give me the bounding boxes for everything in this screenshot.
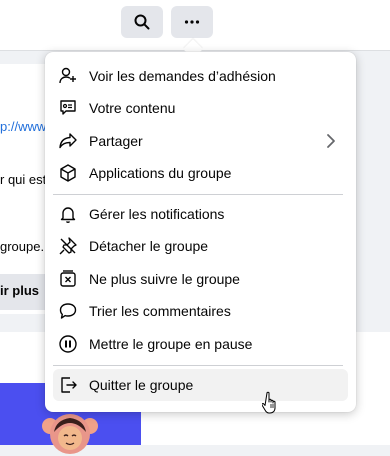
menu-item-label: Trier les commentaires — [89, 303, 231, 319]
menu-item-label: Ne plus suivre le groupe — [89, 271, 240, 287]
leave-icon — [61, 377, 77, 393]
group-options-menu: Voir les demandes d’adhésion Votre conte… — [45, 52, 356, 412]
menu-item-label: Voir les demandes d’adhésion — [89, 68, 276, 84]
hand-cursor-icon — [262, 391, 276, 414]
menu-item-leave-group[interactable]: Quitter le groupe — [53, 369, 348, 401]
see-more-label: ir plus — [0, 283, 40, 298]
menu-item-share[interactable]: Partager — [53, 125, 348, 157]
menu-item-manage-notifications[interactable]: Gérer les notifications — [53, 198, 348, 230]
more-options-button[interactable] — [171, 6, 213, 38]
menu-item-label: Détacher le groupe — [89, 238, 209, 254]
menu-item-label: Votre contenu — [89, 100, 176, 116]
cube-icon — [60, 164, 76, 182]
menu-divider — [53, 365, 343, 366]
menu-divider — [53, 194, 343, 195]
menu-item-your-content[interactable]: Votre contenu — [53, 92, 348, 124]
content-icon — [60, 100, 76, 115]
menu-item-group-apps[interactable]: Applications du groupe — [53, 157, 348, 189]
more-icon — [184, 20, 200, 24]
menu-item-membership-requests[interactable]: Voir les demandes d’adhésion — [53, 60, 348, 92]
menu-item-unpin-group[interactable]: Détacher le groupe — [53, 230, 348, 262]
menu-item-unfollow-group[interactable]: Ne plus suivre le groupe — [53, 263, 348, 295]
share-icon — [59, 133, 77, 149]
menu-item-label: Partager — [89, 133, 143, 149]
menu-item-label: Quitter le groupe — [89, 377, 194, 393]
person-illustration — [42, 414, 98, 454]
menu-item-pause-group[interactable]: Mettre le groupe en pause — [53, 328, 348, 360]
unfollow-icon — [60, 270, 76, 287]
person-add-icon — [59, 67, 76, 84]
pause-icon — [59, 335, 77, 353]
menu-item-sort-comments[interactable]: Trier les commentaires — [53, 295, 348, 327]
menu-item-label: Gérer les notifications — [89, 206, 225, 222]
about-text-fragment: groupe. — [0, 239, 45, 254]
chevron-right-icon — [327, 134, 335, 148]
menu-item-label: Mettre le groupe en pause — [89, 336, 253, 352]
unpin-icon — [59, 237, 77, 255]
menu-item-label: Applications du groupe — [89, 165, 232, 181]
about-link-fragment[interactable]: p://www — [0, 119, 46, 134]
bell-icon — [60, 207, 76, 223]
search-button[interactable] — [121, 6, 163, 38]
comment-icon — [59, 303, 77, 319]
search-icon — [134, 14, 150, 30]
about-text-fragment: r qui est — [0, 172, 47, 187]
